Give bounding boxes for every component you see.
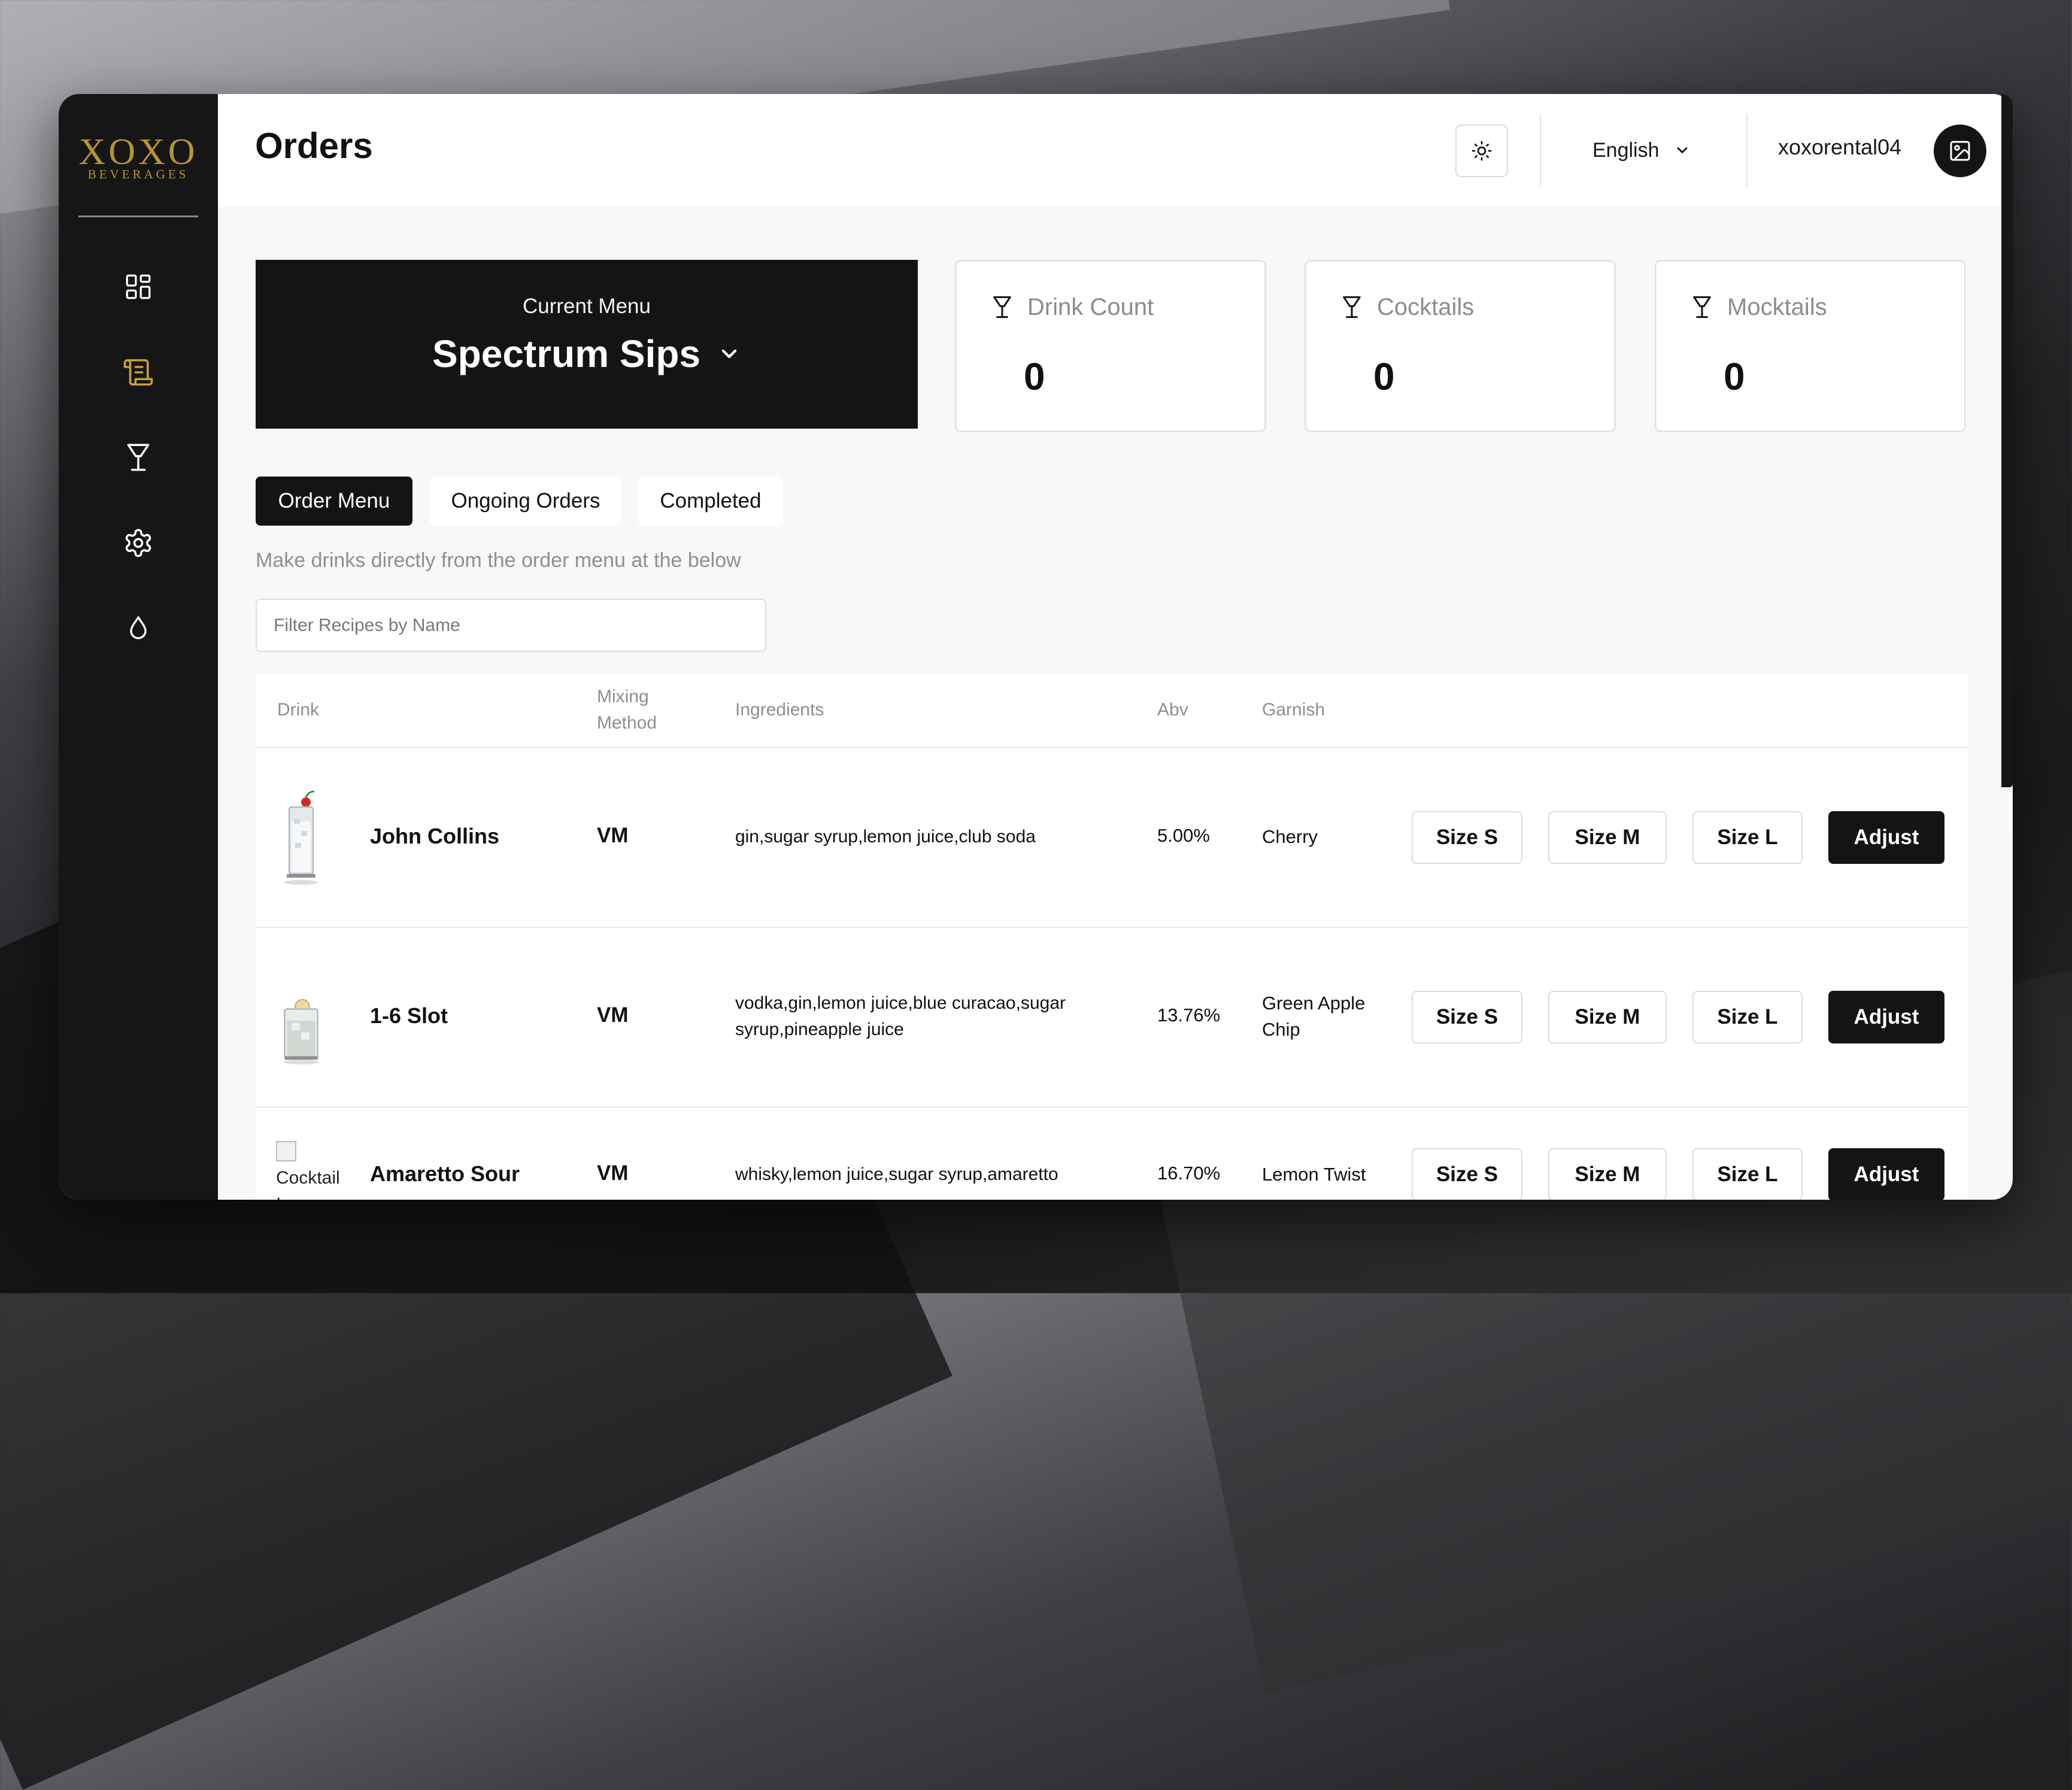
drink-image [283,999,319,1065]
stat-card-header: Mocktails [1690,293,1827,321]
column-header-drink: Drink [277,700,320,720]
table-row: John Collins VM gin,sugar syrup,lemon ju… [256,748,1968,928]
current-menu-label: Current Menu [523,295,651,318]
size-l-button[interactable]: Size L [1692,1148,1803,1200]
stat-label: Drink Count [1027,293,1154,320]
table-header: Drink Mixing Method Ingredients Abv Garn… [256,674,1968,748]
stat-card-header: Cocktails [1340,293,1474,321]
abv: 5.00% [1157,825,1210,846]
current-menu-value: Spectrum Sips [432,332,701,375]
size-m-button[interactable]: Size M [1548,991,1667,1043]
stat-value: 0 [1724,355,1745,398]
image-icon [1950,141,1970,161]
size-m-button[interactable]: Size M [1548,1148,1667,1200]
garnish: Green Apple Chip [1262,993,1366,1040]
language-select[interactable]: English [1592,134,1691,167]
instruction-text: Make drinks directly from the order menu… [256,549,741,572]
drink-name: Amaretto Sour [370,1161,520,1186]
page-title: Orders [255,126,373,166]
tab-completed[interactable]: Completed [638,477,783,526]
ingredients: gin,sugar syrup,lemon juice,club soda [735,827,1036,847]
cocktail-glass-icon [1343,296,1361,318]
top-bar: Orders English xoxorental04 [218,94,2013,207]
drink-name: John Collins [370,824,499,848]
size-s-button[interactable]: Size S [1412,811,1522,864]
column-header-mixing-method: Mixing Method [597,684,657,736]
tab-ongoing-orders[interactable]: Ongoing Orders [430,477,621,526]
abv: 13.76% [1157,1005,1221,1026]
current-menu-value-row: Spectrum Sips [256,332,918,376]
mixing-method: VM [597,1003,629,1027]
avatar[interactable] [1934,125,1986,177]
adjust-button[interactable]: Adjust [1828,811,1944,864]
chevron-down-icon [1677,147,1687,153]
mixing-method: VM [597,1161,629,1185]
current-menu-selector[interactable]: Current Menu Spectrum Sips [256,260,918,429]
stat-value: 0 [1373,355,1395,398]
scrollbar[interactable] [2001,94,2013,787]
column-header-mixing-line1: Mixing [597,687,649,706]
drink-image [284,790,318,885]
logo-wordmark: XOXO [78,132,198,172]
adjust-button[interactable]: Adjust [1828,1148,1944,1200]
stat-card-header: Drink Count [990,293,1154,321]
language-value: English [1592,138,1660,162]
tab-order-menu[interactable]: Order Menu [256,477,412,526]
app-window: XOXO BEVERAGES Orders English xoxorental… [59,94,2013,1200]
filter-recipes-input[interactable] [256,599,766,652]
sidebar-divider [78,216,198,217]
size-m-button[interactable]: Size M [1548,811,1667,864]
column-header-garnish: Garnish [1262,700,1325,720]
ingredients: whisky,lemon juice,sugar syrup,amaretto [735,1164,1058,1184]
garnish: Lemon Twist [1262,1164,1366,1185]
stat-value: 0 [1024,355,1045,398]
header-divider [1746,114,1748,187]
cocktail-glass-icon [1693,296,1711,318]
sidebar-item-dashboard[interactable] [108,257,168,317]
garnish: Cherry [1262,826,1318,847]
image-alt-text: Cocktail Image [276,1168,340,1200]
stat-card-cocktails: Cocktails 0 [1305,260,1616,432]
mixing-method: VM [597,824,629,847]
chevron-down-icon [721,349,737,359]
brand-logo[interactable]: XOXO BEVERAGES [59,134,218,181]
size-l-button[interactable]: Size L [1692,991,1803,1043]
sidebar-item-drinks[interactable] [108,427,168,487]
theme-toggle-button[interactable] [1455,125,1508,177]
header-divider [1540,114,1541,187]
table-row: Cocktail Image Amaretto Sour VM whisky,l… [256,1108,1968,1200]
column-header-ingredients: Ingredients [735,700,824,720]
table-row: 1-6 Slot VM vodka,gin,lemon juice,blue c… [256,928,1968,1108]
gear-icon [125,529,151,557]
cocktail-glass-icon [127,444,150,471]
username[interactable]: xoxorental04 [1778,135,1901,160]
stat-label: Cocktails [1377,293,1475,320]
sidebar: XOXO BEVERAGES [59,94,218,1200]
grid-icon [126,274,151,299]
stat-card-mocktails: Mocktails 0 [1655,260,1966,432]
scroll-icon [123,359,153,386]
sidebar-item-ingredients[interactable] [108,598,168,658]
drink-name: 1-6 Slot [370,1003,448,1028]
sidebar-item-settings[interactable] [108,513,168,573]
column-header-abv: Abv [1157,700,1188,720]
adjust-button[interactable]: Adjust [1828,991,1944,1043]
ingredients: vodka,gin,lemon juice,blue curacao,sugar… [735,993,1066,1039]
drink-image-broken: Cocktail Image [276,1139,354,1200]
broken-image-icon [276,1141,296,1162]
drop-icon [130,616,147,639]
sun-icon [1472,141,1492,161]
size-s-button[interactable]: Size S [1412,1148,1522,1200]
stat-label: Mocktails [1727,293,1827,320]
stat-card-drink-count: Drink Count 0 [955,260,1266,432]
abv: 16.70% [1157,1163,1221,1184]
recipes-table: Drink Mixing Method Ingredients Abv Garn… [256,674,1968,1200]
size-l-button[interactable]: Size L [1692,811,1803,864]
cocktail-glass-icon [993,296,1011,318]
sidebar-item-orders[interactable] [108,342,168,402]
size-s-button[interactable]: Size S [1412,991,1522,1043]
column-header-mixing-line2: Method [597,713,657,733]
